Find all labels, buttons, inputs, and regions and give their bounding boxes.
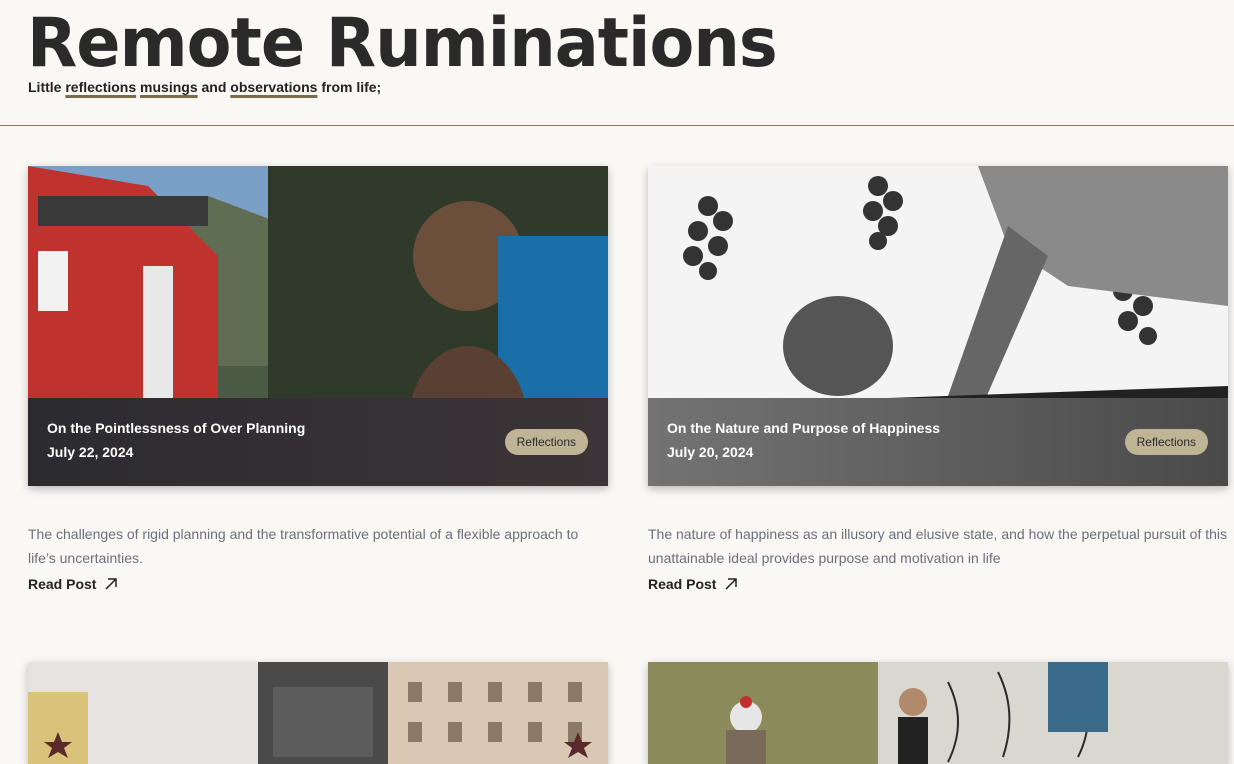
forest-graffiti-image: [648, 662, 1228, 764]
post-image[interactable]: [648, 662, 1228, 764]
post-excerpt: The challenges of rigid planning and the…: [28, 526, 579, 566]
read-post-label: Read Post: [28, 576, 97, 592]
post-card[interactable]: [28, 662, 608, 764]
post-image[interactable]: [28, 662, 608, 764]
tagline-word-musings: musings: [140, 79, 198, 95]
post-excerpt: The nature of happiness as an illusory a…: [648, 526, 1228, 566]
city-monument-image: [28, 662, 608, 764]
post-date: July 22, 2024: [47, 444, 134, 460]
post-title[interactable]: On the Pointlessness of Over Planning: [47, 420, 305, 436]
post-caption-overlay: On the Pointlessness of Over Planning Ju…: [28, 398, 608, 486]
tagline-text: and: [197, 79, 231, 95]
tagline-text: from life;: [317, 79, 382, 95]
site-title[interactable]: Remote Ruminations: [27, 2, 778, 86]
tagline-text: Little: [28, 79, 66, 95]
post-image[interactable]: On the Pointlessness of Over Planning Ju…: [28, 166, 608, 486]
tagline-word-observations: observations: [230, 79, 318, 95]
post-image[interactable]: On the Nature and Purpose of Happiness J…: [648, 166, 1228, 486]
arrow-up-right-icon: [725, 578, 738, 590]
read-post-label: Read Post: [648, 576, 717, 592]
read-post-link[interactable]: Read Post: [28, 576, 118, 592]
site-tagline: Little reflections musings and observati…: [28, 79, 381, 95]
post-card[interactable]: [648, 662, 1228, 764]
arrow-up-right-icon: [105, 578, 118, 590]
category-badge[interactable]: Reflections: [504, 429, 588, 455]
category-badge[interactable]: Reflections: [1124, 429, 1208, 455]
post-title[interactable]: On the Nature and Purpose of Happiness: [667, 420, 940, 436]
read-post-link[interactable]: Read Post: [648, 576, 738, 592]
post-card[interactable]: On the Nature and Purpose of Happiness J…: [648, 166, 1228, 606]
post-date: July 20, 2024: [667, 444, 754, 460]
post-caption-overlay: On the Nature and Purpose of Happiness J…: [648, 398, 1228, 486]
post-card[interactable]: On the Pointlessness of Over Planning Ju…: [28, 166, 608, 606]
tagline-word-reflections: reflections: [65, 79, 137, 95]
site-header: Remote Ruminations Little reflections mu…: [0, 0, 1234, 126]
